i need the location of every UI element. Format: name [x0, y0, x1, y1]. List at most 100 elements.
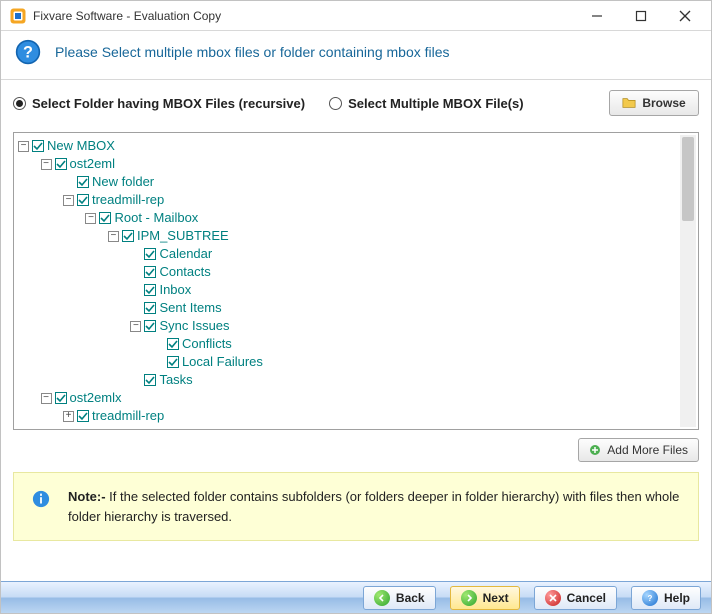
tree-label: Sync Issues	[159, 317, 229, 335]
addmore-row: Add More Files	[1, 438, 711, 468]
tree-node[interactable]: − Root - Mailbox	[18, 209, 698, 227]
next-arrow-icon	[461, 590, 477, 606]
note-text: Note:- If the selected folder contains s…	[68, 487, 680, 526]
tree-node[interactable]: Contacts	[18, 263, 698, 281]
maximize-button[interactable]	[619, 1, 663, 30]
browse-label: Browse	[642, 96, 685, 110]
expander-placeholder	[130, 375, 141, 386]
expander-icon[interactable]: −	[18, 141, 29, 152]
tree-label: Sent Items	[159, 299, 221, 317]
svg-text:?: ?	[23, 44, 33, 62]
footer-bar: Back Next Cancel ? Help	[1, 581, 711, 613]
tree-label: Root - Mailbox	[114, 209, 198, 227]
expander-icon[interactable]: +	[63, 411, 74, 422]
tree-node[interactable]: + treadmill-rep	[18, 407, 698, 425]
back-arrow-icon	[374, 590, 390, 606]
app-icon	[9, 7, 27, 25]
checkbox[interactable]	[144, 302, 156, 314]
tree-node[interactable]: Local Failures	[18, 353, 698, 371]
tree-node[interactable]: − treadmill-rep	[18, 191, 698, 209]
expander-icon[interactable]: −	[108, 231, 119, 242]
tree-label: IPM_SUBTREE	[137, 227, 229, 245]
tree-node[interactable]: Sent Items	[18, 299, 698, 317]
tree-node[interactable]: Conflicts	[18, 335, 698, 353]
checkbox[interactable]	[77, 194, 89, 206]
checkbox[interactable]	[32, 140, 44, 152]
checkbox[interactable]	[55, 158, 67, 170]
scrollbar-thumb[interactable]	[682, 137, 694, 221]
tree-node[interactable]: − ost2emlx	[18, 389, 698, 407]
add-more-files-button[interactable]: Add More Files	[578, 438, 699, 462]
expander-icon[interactable]: −	[85, 213, 96, 224]
tree-node[interactable]: − IPM_SUBTREE	[18, 227, 698, 245]
checkbox[interactable]	[167, 356, 179, 368]
expander-placeholder	[153, 339, 164, 350]
checkbox[interactable]	[144, 374, 156, 386]
tree-content: − New MBOX − ost2eml New folder − treadmill…	[14, 133, 698, 429]
radio-label: Select Multiple MBOX File(s)	[348, 96, 524, 111]
expander-icon[interactable]: −	[41, 159, 52, 170]
tree-node[interactable]: New folder	[18, 173, 698, 191]
tree-label: Conflicts	[182, 335, 232, 353]
info-icon	[32, 490, 50, 508]
cancel-label: Cancel	[567, 591, 606, 605]
checkbox[interactable]	[144, 248, 156, 260]
tree-label: treadmill-rep	[92, 191, 164, 209]
tree-label: Tasks	[159, 371, 192, 389]
folder-icon	[622, 96, 636, 110]
tree-label: New folder	[92, 173, 154, 191]
help-circle-icon: ?	[642, 590, 658, 606]
checkbox[interactable]	[122, 230, 134, 242]
checkbox[interactable]	[144, 266, 156, 278]
back-label: Back	[396, 591, 425, 605]
instruction-text: Please Select multiple mbox files or fol…	[55, 44, 450, 60]
expander-placeholder	[63, 177, 74, 188]
expander-icon[interactable]: −	[63, 195, 74, 206]
expander-placeholder	[153, 357, 164, 368]
svg-text:?: ?	[648, 594, 653, 603]
tree-label: Inbox	[159, 281, 191, 299]
cancel-button[interactable]: Cancel	[534, 586, 617, 610]
radio-select-files[interactable]: Select Multiple MBOX File(s)	[329, 96, 524, 111]
tree-label: Local Failures	[182, 353, 263, 371]
tree-node[interactable]: Tasks	[18, 371, 698, 389]
radio-icon	[13, 97, 26, 110]
tree-node[interactable]: Inbox	[18, 281, 698, 299]
help-icon: ?	[15, 39, 41, 65]
back-button[interactable]: Back	[363, 586, 436, 610]
help-button[interactable]: ? Help	[631, 586, 701, 610]
tree-node[interactable]: Calendar	[18, 245, 698, 263]
tree-label: ost2emlx	[70, 389, 122, 407]
tree-label: treadmill-rep	[92, 407, 164, 425]
expander-placeholder	[130, 249, 141, 260]
radio-select-folder[interactable]: Select Folder having MBOX Files (recursi…	[13, 96, 305, 111]
cancel-icon	[545, 590, 561, 606]
checkbox[interactable]	[144, 320, 156, 332]
tree-node[interactable]: − New MBOX	[18, 137, 698, 155]
plus-icon	[589, 444, 601, 456]
option-row: Select Folder having MBOX Files (recursi…	[1, 80, 711, 126]
checkbox[interactable]	[55, 392, 67, 404]
tree-label: ost2eml	[70, 155, 116, 173]
expander-icon[interactable]: −	[130, 321, 141, 332]
checkbox[interactable]	[99, 212, 111, 224]
tree-label: Calendar	[159, 245, 212, 263]
tree-node[interactable]: − Sync Issues	[18, 317, 698, 335]
checkbox[interactable]	[77, 410, 89, 422]
expander-icon[interactable]: −	[41, 393, 52, 404]
tree-view: − New MBOX − ost2eml New folder − treadmill…	[13, 132, 699, 430]
help-label: Help	[664, 591, 690, 605]
close-button[interactable]	[663, 1, 707, 30]
checkbox[interactable]	[77, 176, 89, 188]
radio-label: Select Folder having MBOX Files (recursi…	[32, 96, 305, 111]
expander-placeholder	[130, 267, 141, 278]
checkbox[interactable]	[167, 338, 179, 350]
addmore-label: Add More Files	[607, 443, 688, 457]
tree-label: New MBOX	[47, 137, 115, 155]
tree-node[interactable]: − ost2eml	[18, 155, 698, 173]
minimize-button[interactable]	[575, 1, 619, 30]
checkbox[interactable]	[144, 284, 156, 296]
next-button[interactable]: Next	[450, 586, 520, 610]
browse-button[interactable]: Browse	[609, 90, 699, 116]
scrollbar[interactable]	[680, 135, 696, 427]
